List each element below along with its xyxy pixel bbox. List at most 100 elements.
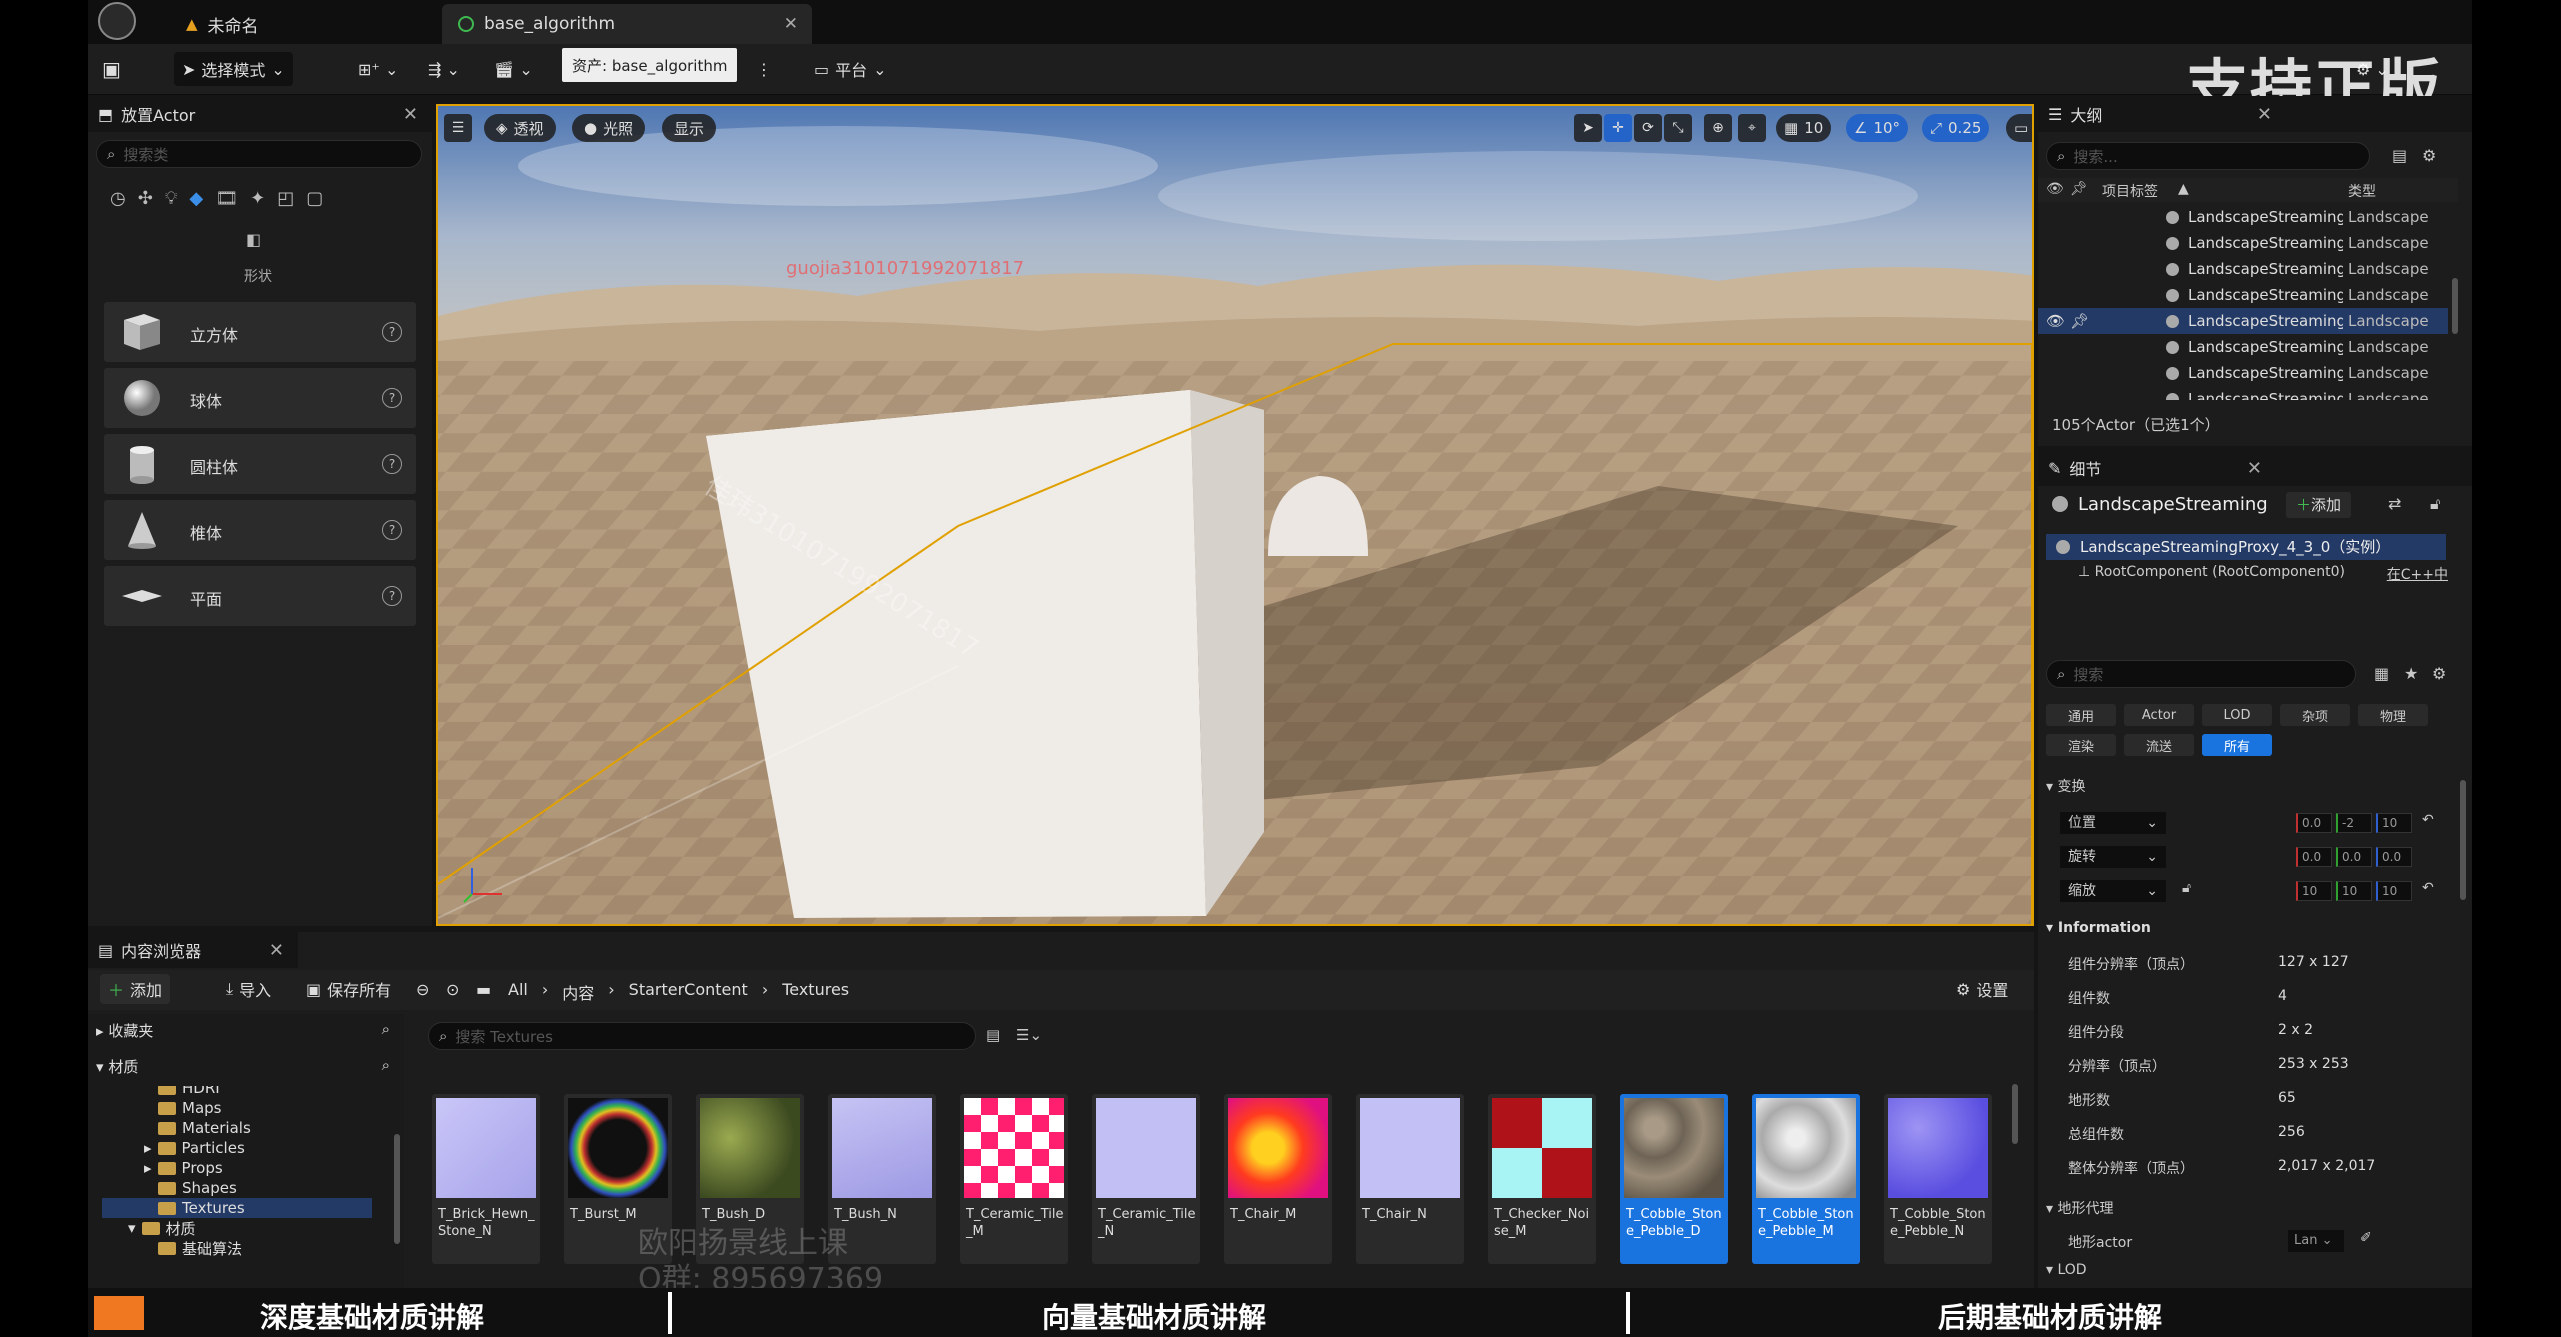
import-button[interactable]: ⤓ 导入 (218, 974, 279, 1004)
filter-rendering[interactable]: 渲染 (2046, 734, 2116, 756)
scale-dropdown[interactable]: 缩放 ⌄ (2060, 880, 2166, 902)
details-settings-icon[interactable]: ⚙ (2432, 664, 2446, 683)
close-icon[interactable]: ✕ (2247, 458, 2262, 479)
select-mode-dropdown[interactable]: ➤ 选择模式 ⌄ (174, 52, 293, 86)
filter-misc[interactable]: 杂项 (2280, 704, 2350, 726)
add-component-button[interactable]: ＋添加 (2286, 492, 2352, 518)
details-scrollbar[interactable] (2460, 780, 2466, 900)
rotate-tool-icon[interactable]: ⟳ (1634, 114, 1662, 142)
asset-tile-selected[interactable]: T_Cobble_Stone_Pebble_M (1752, 1094, 1860, 1264)
camera-speed-button[interactable]: ▭4 (2006, 114, 2032, 142)
grid-view-icon[interactable]: ▦ (2374, 664, 2389, 683)
column-type[interactable]: 类型 (2348, 181, 2376, 201)
banner-item-vector[interactable]: 向量基础材质讲解 (1042, 1296, 1266, 1336)
filter-lod[interactable]: LOD (2202, 704, 2272, 726)
platform-dropdown[interactable]: ▭ 平台 ⌄ (806, 52, 895, 86)
banner-item-depth[interactable]: 深度基础材质讲解 (260, 1296, 484, 1336)
tree-folder[interactable]: HDRI (158, 1086, 220, 1098)
outliner-row[interactable]: LandscapeStreaming Landscape (2038, 334, 2448, 360)
help-icon[interactable]: ? (382, 586, 402, 606)
scale-lock-icon[interactable]: 🔓︎ (2182, 880, 2191, 896)
viewport-menu-icon[interactable]: ☰ (444, 114, 472, 142)
search-icon[interactable]: ⌕ (382, 1056, 390, 1074)
shapes-icon[interactable]: ◆ (189, 188, 203, 216)
banner-item-post[interactable]: 后期基础材质讲解 (1938, 1296, 2162, 1336)
blueprint-dropdown[interactable]: ⇶ ⌄ (420, 52, 468, 86)
actor-name[interactable]: LandscapeStreaming (2078, 494, 2268, 515)
folder-icon[interactable]: ▬ (468, 974, 499, 1004)
save-icon[interactable]: ▣ (94, 52, 129, 86)
save-all-button[interactable]: ▣ 保存所有 (298, 974, 399, 1004)
asset-tile-selected[interactable]: T_Cobble_Stone_Pebble_D (1620, 1094, 1728, 1264)
asset-tile[interactable]: T_Ceramic_Tile_N (1092, 1094, 1200, 1264)
show-button[interactable]: 显示 (662, 114, 717, 142)
cinematics-dropdown[interactable]: 🎬︎ ⌄ (486, 52, 541, 86)
tree-folder[interactable]: Shapes (158, 1178, 237, 1198)
close-icon[interactable]: ✕ (403, 104, 418, 125)
section-information[interactable]: ▾ Information (2046, 920, 2151, 936)
shape-item-plane[interactable]: 平面 ? (104, 566, 416, 626)
lock-icon[interactable]: 🔓︎ (2430, 494, 2440, 514)
history-back-icon[interactable]: ⊖ (408, 974, 437, 1004)
tab-base-algorithm[interactable]: base_algorithm ✕ (442, 4, 812, 44)
outliner-row[interactable]: LandscapeStreaming Landscape (2038, 386, 2448, 400)
close-tab-icon[interactable]: ✕ (784, 14, 798, 34)
level-viewport[interactable]: guojia3101071992071817 佳玮310107199207181… (436, 104, 2034, 926)
tree-scrollbar[interactable] (394, 1134, 400, 1244)
help-icon[interactable]: ? (382, 520, 402, 540)
location-z-field[interactable]: 10 (2376, 813, 2412, 833)
asset-tile[interactable]: T_Chair_M (1224, 1094, 1332, 1264)
asset-tile[interactable]: T_Cobble_Stone_Pebble_N (1884, 1094, 1992, 1264)
location-y-field[interactable]: -2 (2336, 813, 2372, 833)
scale-z-field[interactable]: 10 (2376, 881, 2412, 901)
add-actor-dropdown[interactable]: ⊞⁺ ⌄ (350, 52, 406, 86)
search-classes-input[interactable]: ⌕ 搜索类 (96, 140, 422, 168)
asset-grid-scrollbar[interactable] (2012, 1084, 2018, 1144)
reset-location-icon[interactable]: ↶ (2422, 812, 2434, 828)
surface-snap-icon[interactable]: ⌖ (1738, 114, 1766, 142)
outliner-row[interactable]: LandscapeStreaming Landscape (2038, 256, 2448, 282)
rotation-y-field[interactable]: 0.0 (2336, 847, 2372, 867)
tree-folder[interactable]: Maps (158, 1098, 221, 1118)
outliner-row-selected[interactable]: 👁︎ 📌︎ LandscapeStreaming Landscape (2038, 308, 2448, 334)
asset-tile[interactable]: T_Brick_Hewn_Stone_N (432, 1094, 540, 1264)
tree-folder[interactable]: ▸ Particles (144, 1138, 245, 1158)
lit-button[interactable]: ● 光照 (572, 114, 646, 142)
add-content-button[interactable]: ＋添加 (100, 974, 171, 1004)
save-search-icon[interactable]: ▤ (986, 1026, 1000, 1044)
scale-snap-button[interactable]: ⤢ 0.25 (1922, 114, 1990, 142)
section-lod[interactable]: ▾ LOD (2046, 1262, 2087, 1278)
tree-folder[interactable]: 基础算法 (158, 1238, 242, 1258)
cinematic-icon[interactable]: 🎞︎ (215, 188, 238, 216)
recent-icon[interactable]: ◷ (110, 188, 126, 216)
shape-item-cylinder[interactable]: 圆柱体 ? (104, 434, 416, 494)
all-classes-icon[interactable]: ▢ (306, 188, 323, 216)
help-icon[interactable]: ? (382, 388, 402, 408)
outliner-row[interactable]: LandscapeStreaming Landscape (2038, 282, 2448, 308)
tree-folder[interactable]: Materials (158, 1118, 251, 1138)
select-tool-icon[interactable]: ➤ (1574, 114, 1602, 142)
history-forward-icon[interactable]: ⊙ (438, 974, 467, 1004)
geometry-icon[interactable]: ◧ (246, 230, 261, 249)
outliner-settings-icon[interactable]: ⚙ (2422, 146, 2436, 165)
scale-tool-icon[interactable]: ⤡ (1664, 114, 1692, 142)
rotation-snap-button[interactable]: ∠ 10° (1846, 114, 1909, 142)
section-landscape-proxy[interactable]: ▾ 地形代理 (2046, 1198, 2113, 1218)
favorite-star-icon[interactable]: ★ (2404, 664, 2418, 683)
visual-effects-icon[interactable]: ✦ (250, 188, 265, 216)
filter-physics[interactable]: 物理 (2358, 704, 2428, 726)
blueprint-icon[interactable]: ⇄ (2388, 494, 2401, 513)
shape-item-cube[interactable]: 立方体 ? (104, 302, 416, 362)
details-search-input[interactable]: ⌕ 搜索 (2046, 660, 2356, 688)
unreal-logo-icon[interactable] (98, 2, 136, 40)
filter-icon[interactable]: ☰⌄ (1016, 1026, 1042, 1044)
tree-folder[interactable]: ▾ 材质 (128, 1218, 196, 1238)
location-dropdown[interactable]: 位置 ⌄ (2060, 812, 2166, 834)
pin-icon[interactable]: 📌︎ (2070, 312, 2089, 330)
filter-actor[interactable]: Actor (2124, 704, 2194, 726)
outliner-scrollbar[interactable] (2452, 278, 2458, 334)
tree-folder[interactable]: ▸ Props (144, 1158, 223, 1178)
cpp-link[interactable]: 在C++中 (2387, 564, 2448, 584)
location-x-field[interactable]: 0.0 (2296, 813, 2332, 833)
asset-tile[interactable]: T_Ceramic_Tile_M (960, 1094, 1068, 1264)
